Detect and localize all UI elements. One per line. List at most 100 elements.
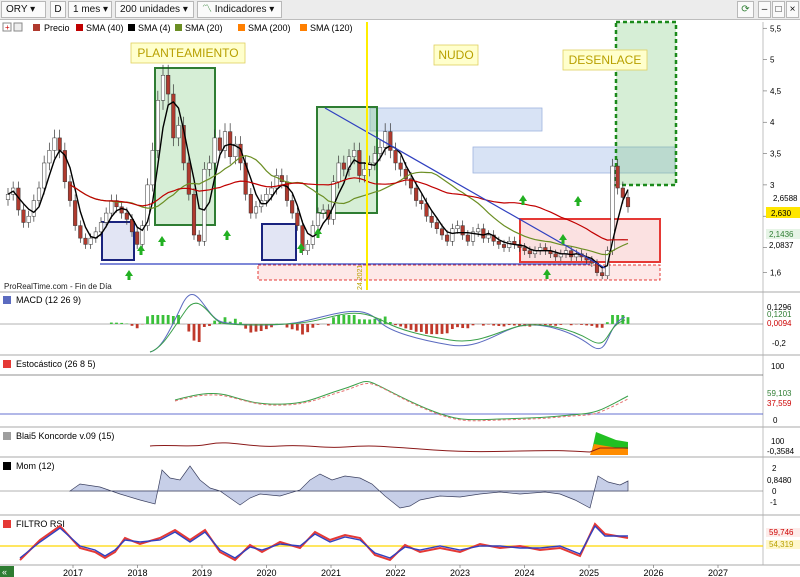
macd-bar bbox=[512, 324, 516, 326]
mom-axis-2: 0,8480 bbox=[767, 476, 792, 485]
x-axis-label: 2025 bbox=[579, 568, 599, 577]
macd-bar bbox=[456, 324, 459, 328]
edit-icon[interactable] bbox=[13, 22, 23, 32]
candle bbox=[67, 181, 73, 201]
x-axis-label: 2027 bbox=[708, 568, 728, 577]
arrow-up-icon bbox=[137, 245, 145, 255]
macd-bar bbox=[554, 324, 558, 326]
price-axis-label: 4,5 bbox=[770, 87, 782, 96]
target-zone-box bbox=[614, 20, 678, 187]
resistance-zone-upper bbox=[369, 107, 543, 132]
candle bbox=[383, 131, 388, 148]
candle bbox=[166, 75, 171, 95]
mom-color-swatch bbox=[3, 462, 11, 470]
price-axis-label: 3 bbox=[770, 181, 775, 190]
price-axis: 5,5 5 4,5 4 3,5 3 1,6 bbox=[763, 24, 782, 278]
timeframe-selector[interactable]: 1 mes ▾ bbox=[68, 1, 112, 18]
sma40-swatch bbox=[76, 24, 83, 31]
restore-icon[interactable]: □ bbox=[772, 1, 785, 18]
macd-bar bbox=[146, 316, 149, 324]
candle bbox=[42, 162, 47, 189]
period-code-button[interactable]: D bbox=[50, 1, 66, 18]
refresh-icon[interactable]: ⟳ bbox=[737, 1, 754, 18]
macd-axis-3: 0,0094 bbox=[767, 319, 792, 328]
close-icon[interactable]: × bbox=[786, 1, 799, 18]
price-value-labels: 2,6588 2,630 2,1436 2,0837 bbox=[766, 194, 800, 250]
macd-color-swatch bbox=[3, 296, 11, 304]
macd-bar bbox=[166, 315, 170, 324]
stochastic-axis-1: 100 bbox=[771, 362, 785, 371]
macd-bar bbox=[585, 324, 589, 326]
candle bbox=[5, 194, 11, 200]
x-axis-label: 2023 bbox=[450, 568, 470, 577]
macd-axis-4: -0,2 bbox=[772, 339, 786, 348]
stochastic-title[interactable]: Estocástico (26 8 5) bbox=[16, 359, 96, 369]
blue-box-left bbox=[101, 221, 135, 261]
legend-sma4[interactable]: SMA (4) bbox=[138, 23, 171, 33]
legend-sma200[interactable]: SMA (200) bbox=[248, 23, 291, 33]
label-planteamiento: PLANTEAMIENTO bbox=[137, 46, 238, 60]
arrow-up-icon bbox=[158, 236, 166, 246]
sma200-swatch bbox=[238, 24, 245, 31]
candle bbox=[620, 187, 625, 198]
indicators-button[interactable]: 〽 Indicadores ▾ bbox=[197, 1, 282, 18]
candle bbox=[465, 234, 470, 242]
candle bbox=[191, 194, 197, 236]
candle bbox=[160, 75, 166, 101]
candle bbox=[248, 194, 253, 214]
macd-bar bbox=[373, 318, 377, 324]
candle bbox=[135, 231, 140, 245]
units-selector[interactable]: 200 unidades ▾ bbox=[115, 1, 194, 18]
price-axis-label: 4 bbox=[770, 118, 775, 127]
blue-box-right bbox=[261, 223, 297, 261]
arrow-up-icon bbox=[314, 228, 322, 238]
candle bbox=[424, 203, 429, 217]
symbol-selector[interactable]: ORY ▾ bbox=[1, 1, 46, 18]
price-color-swatch bbox=[33, 24, 40, 31]
legend-sma20[interactable]: SMA (20) bbox=[185, 23, 223, 33]
macd-bar bbox=[414, 324, 418, 332]
candle bbox=[197, 234, 202, 242]
macd-bar bbox=[404, 324, 408, 329]
macd-panel: MACD (12 26 9) 0,1296 0,1201 0,0094 -0,2 bbox=[0, 294, 792, 353]
macd-bar bbox=[569, 324, 573, 326]
macd-bar bbox=[461, 324, 465, 329]
legend-sma40[interactable]: SMA (40) bbox=[86, 23, 124, 33]
x-axis-label: 2026 bbox=[643, 568, 663, 577]
candle bbox=[253, 206, 259, 214]
macd-bar bbox=[600, 324, 604, 328]
candle bbox=[21, 209, 26, 223]
candle bbox=[78, 225, 83, 239]
macd-title[interactable]: MACD (12 26 9) bbox=[16, 295, 81, 305]
mom-title[interactable]: Mom (12) bbox=[16, 461, 55, 471]
candle bbox=[450, 228, 455, 242]
macd-bar bbox=[342, 315, 346, 324]
x-axis-label: 2020 bbox=[256, 568, 276, 577]
macd-bar bbox=[605, 322, 609, 324]
macd-bar bbox=[115, 322, 118, 324]
minimize-icon[interactable]: – bbox=[758, 1, 771, 18]
macd-bar bbox=[357, 319, 361, 324]
mom-axis-3: 0 bbox=[772, 487, 777, 496]
legend-price[interactable]: Precio bbox=[44, 23, 70, 33]
scroll-left-icon: « bbox=[2, 567, 7, 577]
price-axis-label: 1,6 bbox=[770, 269, 782, 278]
value-label-1: 2,6588 bbox=[773, 194, 798, 203]
koncorde-color-swatch bbox=[3, 432, 11, 440]
macd-bar bbox=[197, 324, 201, 343]
mom-area bbox=[68, 465, 629, 509]
x-axis-labels: 2017 2018 2019 2020 2021 2022 2023 2024 2025 2026… bbox=[63, 565, 728, 577]
x-axis-label: 2021 bbox=[321, 568, 341, 577]
macd-bar bbox=[337, 315, 341, 324]
symbol-label: ORY bbox=[6, 4, 28, 15]
price-axis-label: 3,5 bbox=[770, 150, 782, 159]
candle bbox=[52, 137, 57, 151]
x-axis-label: 2024 bbox=[514, 568, 534, 577]
macd-bar bbox=[445, 324, 449, 334]
koncorde-title[interactable]: Blai5 Koncorde v.09 (15) bbox=[16, 431, 114, 441]
legend-sma120[interactable]: SMA (120) bbox=[310, 23, 353, 33]
stochastic-d-line bbox=[174, 383, 629, 422]
stage-labels: PLANTEAMIENTO NUDO DESENLACE bbox=[130, 42, 648, 71]
macd-bar bbox=[425, 324, 428, 334]
label-nudo: NUDO bbox=[438, 48, 473, 62]
